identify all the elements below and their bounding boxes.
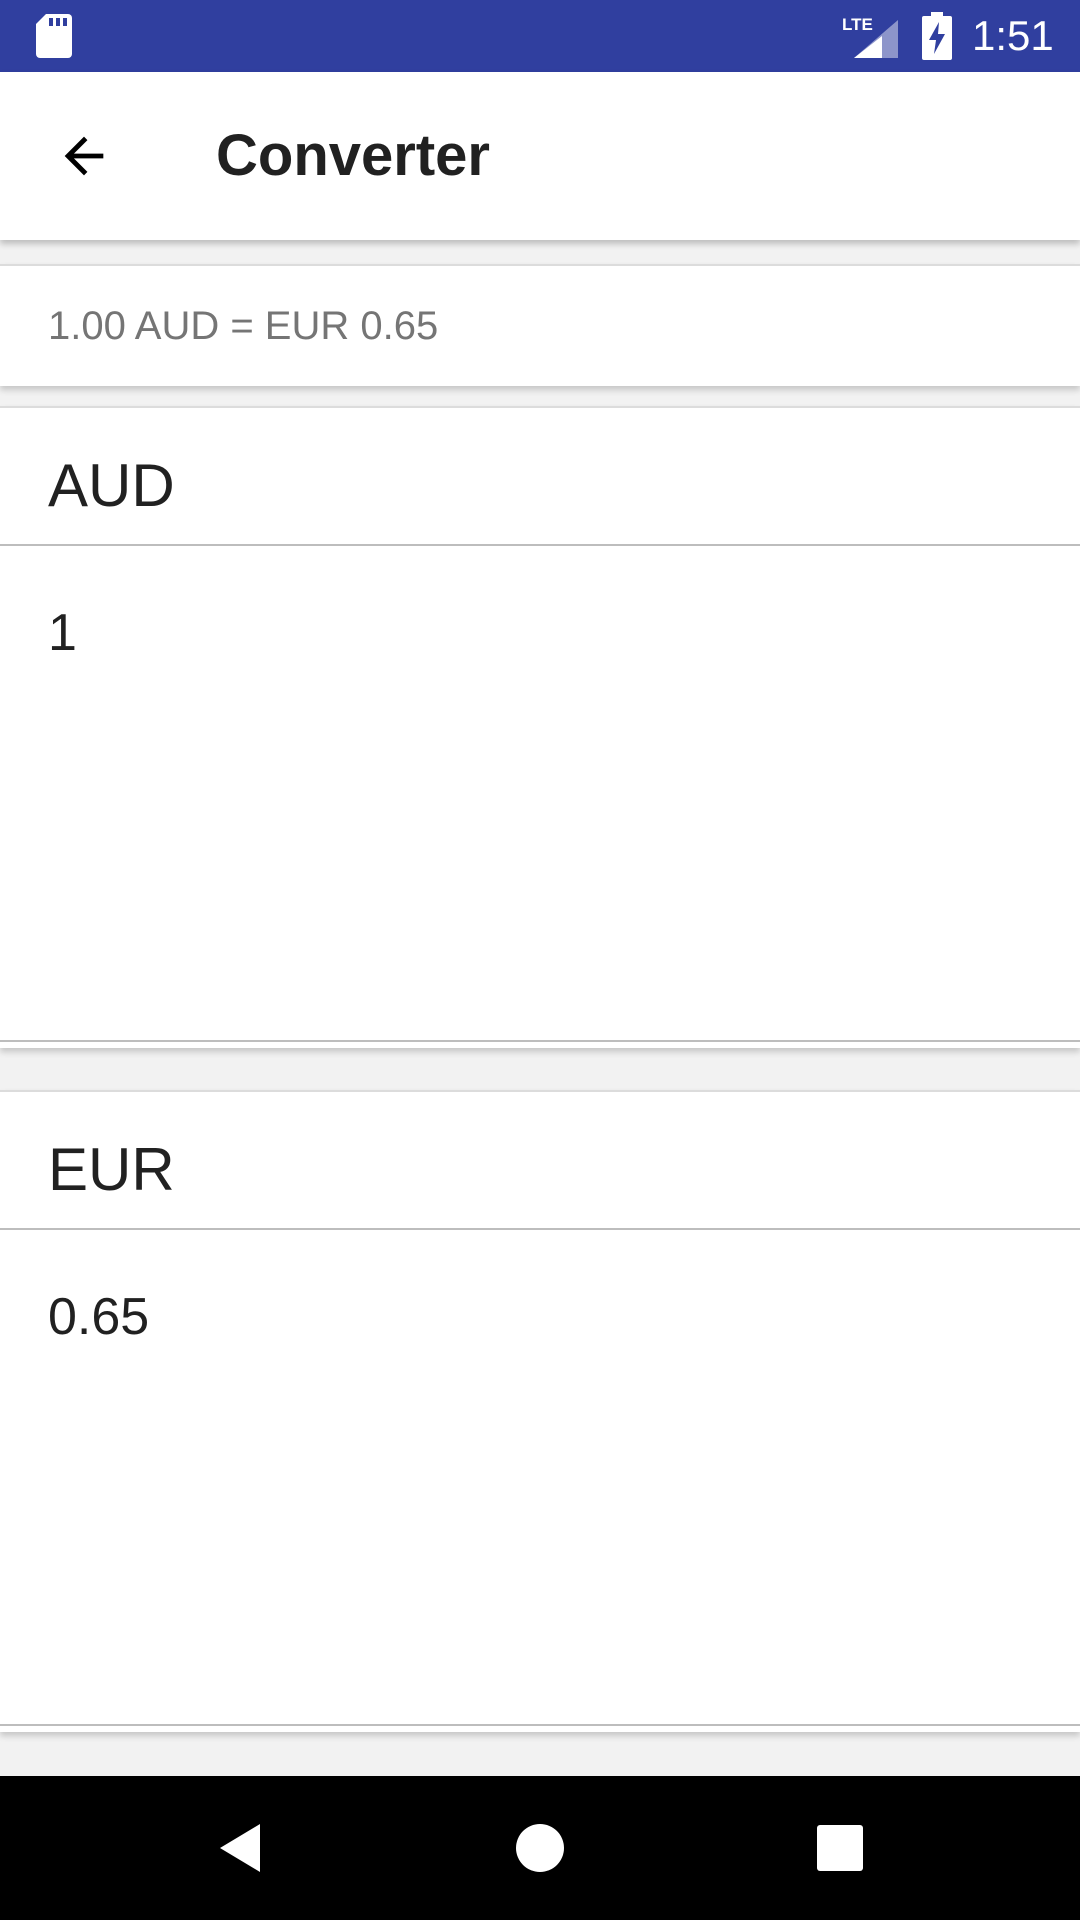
from-currency-card: AUD 1 [0, 406, 1080, 1048]
nav-recents-icon [817, 1825, 863, 1871]
exchange-rate-text: 1.00 AUD = EUR 0.65 [48, 304, 439, 348]
navigation-bar [0, 1776, 1080, 1920]
to-currency-card: EUR 0.65 [0, 1090, 1080, 1732]
battery-charging-icon [922, 12, 952, 60]
input-underline [0, 1724, 1080, 1726]
page-title: Converter [216, 123, 490, 188]
to-amount-input[interactable]: 0.65 [0, 1230, 1080, 1726]
screen: LTE 1:51 Converter 1.00 AUD = EUR 0.65 A… [0, 0, 1080, 1920]
nav-back-icon [220, 1824, 260, 1872]
back-button[interactable] [36, 108, 132, 204]
status-time: 1:51 [972, 12, 1054, 59]
lte-signal-icon: LTE [842, 15, 898, 58]
app-bar: Converter [0, 72, 1080, 240]
to-amount-value: 0.65 [48, 1288, 150, 1346]
nav-recents-button[interactable] [804, 1812, 876, 1884]
input-underline [0, 1040, 1080, 1042]
nav-home-button[interactable] [504, 1812, 576, 1884]
rate-card: 1.00 AUD = EUR 0.65 [0, 264, 1080, 386]
from-amount-input[interactable]: 1 [0, 546, 1080, 1042]
from-currency-code[interactable]: AUD [48, 450, 175, 522]
nav-back-button[interactable] [204, 1812, 276, 1884]
arrow-back-icon [64, 136, 104, 176]
to-currency-code[interactable]: EUR [48, 1134, 175, 1206]
lte-label: LTE [842, 15, 873, 34]
sd-card-icon [36, 14, 72, 58]
nav-home-icon [516, 1824, 564, 1872]
status-bar: LTE 1:51 [0, 0, 1080, 72]
from-amount-value: 1 [48, 604, 77, 662]
